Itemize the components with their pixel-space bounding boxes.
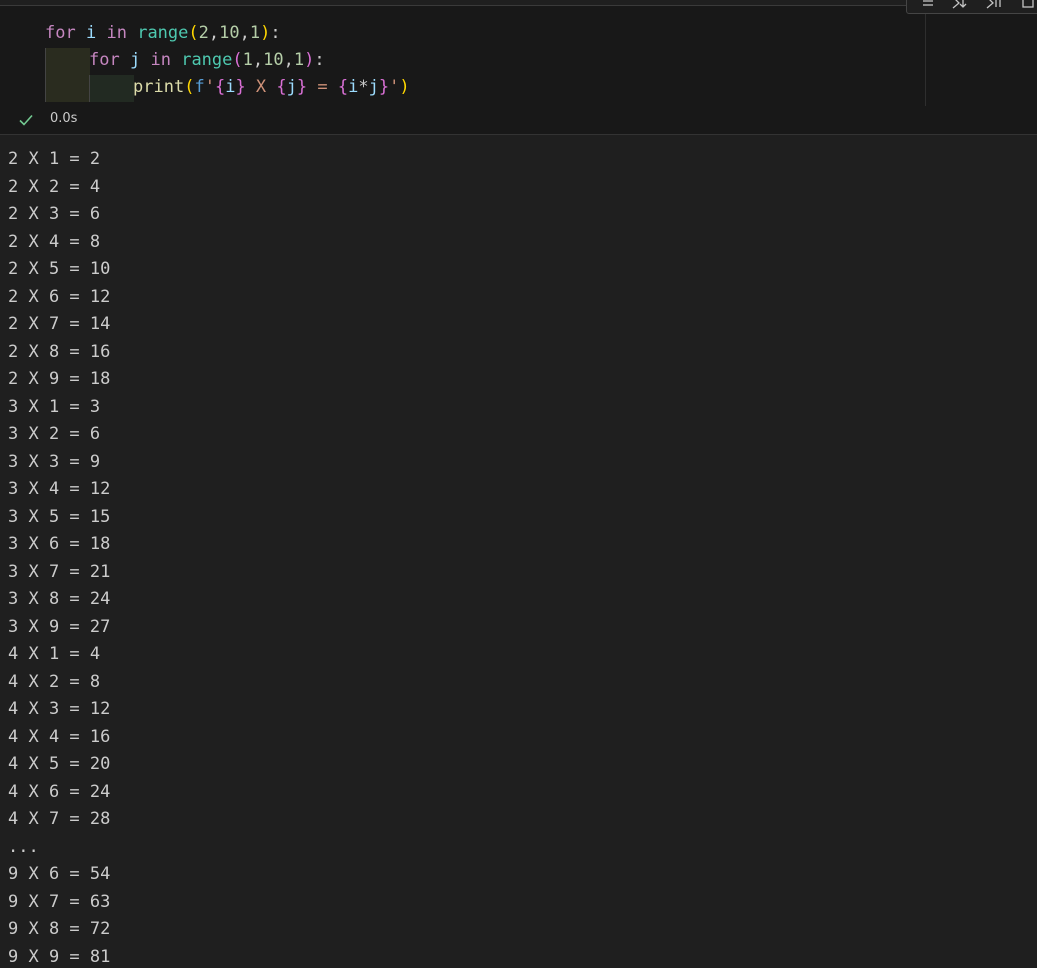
code-token: = <box>307 77 338 97</box>
output-line: 3 X 3 = 9 <box>8 451 101 472</box>
output-line: ... <box>8 836 39 857</box>
run-below-icon[interactable] <box>949 0 971 9</box>
code-token: } <box>296 77 308 97</box>
code-line-1[interactable]: for i in range(2,10,1): <box>45 20 281 47</box>
code-token: in <box>106 23 127 43</box>
code-token: 10 <box>219 23 240 43</box>
output-line: 2 X 4 = 8 <box>8 231 101 252</box>
code-token: { <box>337 77 349 97</box>
cell-status-bar: 0.0s <box>0 106 1037 134</box>
check-icon <box>19 114 33 126</box>
code-token: for <box>45 23 76 43</box>
output-line: 3 X 1 = 3 <box>8 396 101 417</box>
output-line: 9 X 8 = 72 <box>8 919 111 939</box>
output-line: 2 X 8 = 16 <box>8 341 111 362</box>
code-token: } <box>378 77 390 97</box>
code-token: i <box>348 77 359 97</box>
output-line: 3 X 8 = 24 <box>8 589 111 609</box>
code-token: ) <box>260 23 271 43</box>
code-token: X <box>245 77 277 97</box>
output-divider <box>0 134 1037 135</box>
output-line: 4 X 2 = 8 <box>8 671 101 692</box>
output-line: 2 X 1 = 2 <box>8 149 101 169</box>
code-token: ( <box>188 23 199 43</box>
output-line: 4 X 7 = 28 <box>8 809 111 829</box>
output-line: 9 X 6 = 54 <box>8 864 111 884</box>
output-line: 2 X 9 = 18 <box>8 369 111 389</box>
output-line: 2 X 7 = 14 <box>8 314 111 334</box>
output-line: 9 X 9 = 81 <box>8 946 111 967</box>
output-line: 4 X 1 = 4 <box>8 644 101 664</box>
code-cell[interactable]: for i in range(2,10,1): for j in range(1… <box>0 6 1037 134</box>
output-line: 3 X 7 = 21 <box>8 561 111 582</box>
code-token: { <box>214 77 226 97</box>
code-token: ' <box>389 77 400 97</box>
indent-guide <box>89 75 134 102</box>
more-icon[interactable] <box>1017 0 1037 9</box>
output-line: 2 X 5 = 10 <box>8 259 111 279</box>
split-icon[interactable] <box>917 0 939 9</box>
code-line-2[interactable]: for j in range(1,10,1): <box>89 47 325 74</box>
code-token: ) <box>304 50 315 70</box>
code-token: 1 <box>293 50 305 70</box>
code-token: ' <box>204 77 215 97</box>
code-token: 2 <box>198 23 209 43</box>
code-token: , <box>239 23 250 43</box>
output-line: 3 X 5 = 15 <box>8 506 111 527</box>
cell-toolbar <box>906 0 1037 14</box>
output-line: 2 X 6 = 12 <box>8 286 111 307</box>
code-token: i <box>85 23 97 43</box>
code-token: 1 <box>249 23 261 43</box>
code-token: : <box>314 50 325 70</box>
run-above-icon[interactable] <box>983 0 1005 9</box>
code-token: range <box>181 50 233 70</box>
code-token: f <box>194 77 205 97</box>
code-token: ) <box>399 77 410 97</box>
code-token: in <box>150 50 171 70</box>
code-token: : <box>270 23 281 43</box>
code-line-3[interactable]: print(f'{i} X {j} = {i*j}') <box>133 74 410 101</box>
notebook-page: for i in range(2,10,1): for j in range(1… <box>0 0 1037 968</box>
code-token: range <box>137 23 189 43</box>
code-token: } <box>235 77 246 97</box>
execution-time: 0.0s <box>50 111 78 126</box>
code-token: i <box>225 77 236 97</box>
output-line: 4 X 6 = 24 <box>8 781 111 802</box>
code-token: j <box>368 77 379 97</box>
code-token: , <box>283 50 294 70</box>
output-line: 2 X 3 = 6 <box>8 204 101 224</box>
output-line: 4 X 4 = 16 <box>8 726 111 747</box>
code-token: 10 <box>263 50 284 70</box>
code-token: ( <box>232 50 243 70</box>
code-token: for <box>89 50 120 70</box>
code-token: j <box>129 50 141 70</box>
output-line: 3 X 6 = 18 <box>8 534 111 554</box>
output-line: 3 X 4 = 12 <box>8 479 111 499</box>
cell-output: 2 X 1 = 2 2 X 2 = 4 2 X 3 = 6 2 X 4 = 8 2 X … <box>8 146 1028 968</box>
code-token: , <box>252 50 264 70</box>
code-token: { <box>276 77 287 97</box>
code-token: * <box>358 77 369 97</box>
code-token: j <box>286 77 297 97</box>
code-token: ( <box>184 77 195 97</box>
code-token: 1 <box>242 50 253 70</box>
output-line: 4 X 5 = 20 <box>8 754 111 774</box>
output-line: 2 X 2 = 4 <box>8 176 101 197</box>
code-editor[interactable]: for i in range(2,10,1): for j in range(1… <box>0 6 926 106</box>
code-token: , <box>208 23 220 43</box>
code-token: print <box>133 77 185 97</box>
output-line: 3 X 2 = 6 <box>8 424 101 444</box>
indent-guide <box>45 48 90 102</box>
output-line: 9 X 7 = 63 <box>8 891 111 912</box>
output-line: 3 X 9 = 27 <box>8 616 111 637</box>
output-line: 4 X 3 = 12 <box>8 699 111 719</box>
